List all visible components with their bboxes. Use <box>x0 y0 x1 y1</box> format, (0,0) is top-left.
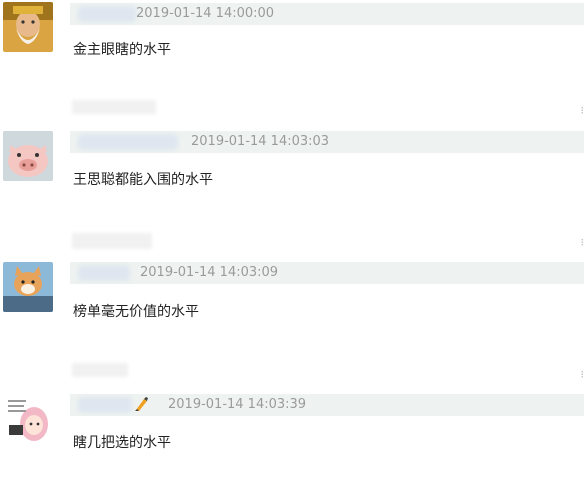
blurred-username <box>78 265 130 281</box>
comment-text: 瞎几把选的水平 <box>73 435 171 451</box>
bearded-man-avatar-icon[interactable] <box>3 2 53 52</box>
paintbrush-badge-icon <box>135 397 148 411</box>
comment-meta-bar: 2019-01-14 14:03:03 <box>70 131 584 153</box>
edge-fragment: ⁝ <box>580 236 584 249</box>
pig-avatar-icon[interactable] <box>3 131 53 181</box>
blurred-username <box>78 134 178 150</box>
edge-fragment: ⁝ <box>580 368 584 381</box>
comment-meta-bar: 2019-01-14 14:03:09 <box>70 262 584 284</box>
comment-text: 王思聪都能入围的水平 <box>73 172 213 188</box>
comment-timestamp: 2019-01-14 14:03:03 <box>191 134 330 149</box>
comment-meta-bar: 2019-01-14 14:00:00 <box>70 3 584 25</box>
comment-item: 2019-01-14 14:00:00 金主眼瞎的水平 <box>0 0 584 80</box>
comment-timestamp: 2019-01-14 14:03:09 <box>140 265 279 280</box>
comment-timestamp: 2019-01-14 14:00:00 <box>136 6 275 21</box>
comment-meta-bar: 2019-01-14 14:03:39 <box>70 394 584 416</box>
cat-avatar-icon[interactable] <box>3 262 53 312</box>
edge-fragment: ⁝ <box>580 104 584 117</box>
comment-item: 2019-01-14 14:03:09 榜单毫无价值的水平 <box>0 259 584 339</box>
comment-text: 金主眼瞎的水平 <box>73 42 171 58</box>
comment-item: 2019-01-14 14:03:03 王思聪都能入围的水平 <box>0 128 584 208</box>
blurred-residue <box>72 233 152 249</box>
comment-item: 2019-01-14 14:03:39 瞎几把选的水平 <box>0 391 584 471</box>
comment-text: 榜单毫无价值的水平 <box>73 304 199 320</box>
blurred-username <box>78 397 132 413</box>
blurred-username <box>78 6 136 22</box>
girl-sticker-avatar-icon[interactable] <box>3 394 53 444</box>
blurred-residue <box>72 363 128 377</box>
comment-timestamp: 2019-01-14 14:03:39 <box>168 397 307 412</box>
blurred-residue <box>72 100 156 114</box>
comment-feed: 2019-01-14 14:00:00 金主眼瞎的水平 ⁝ 2019-01-14… <box>0 0 584 483</box>
